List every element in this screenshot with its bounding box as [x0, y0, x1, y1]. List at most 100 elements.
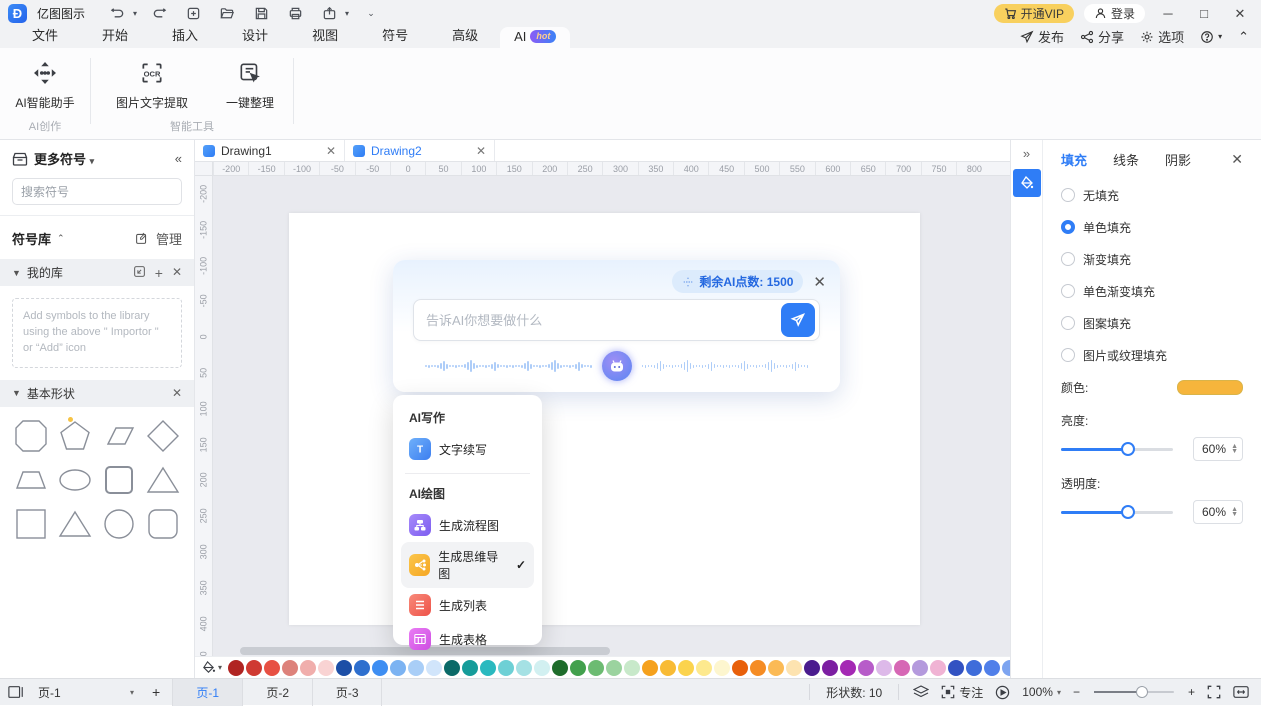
palette-color[interactable] — [444, 660, 460, 676]
undo-button[interactable] — [105, 4, 129, 24]
menu-tab-高级[interactable]: 高级 — [430, 23, 500, 48]
palette-color[interactable] — [840, 660, 856, 676]
palette-color[interactable] — [624, 660, 640, 676]
palette-color[interactable] — [282, 660, 298, 676]
menu-tab-AI[interactable]: AIhot — [500, 27, 570, 48]
maximize-button[interactable]: □ — [1191, 4, 1217, 24]
palette-color[interactable] — [426, 660, 442, 676]
shape-diamond[interactable] — [142, 415, 184, 457]
page-panel-icon[interactable] — [0, 685, 32, 699]
redo-button[interactable] — [147, 4, 171, 24]
export-button[interactable] — [317, 4, 341, 24]
share-button[interactable]: 分享 — [1080, 27, 1124, 46]
basic-shapes-header[interactable]: ▼ 基本形状 ✕ — [0, 380, 194, 407]
ai-menu-item-生成列表[interactable]: 生成列表 — [401, 588, 534, 622]
shape-square[interactable] — [10, 503, 52, 545]
fill-option-渐变填充[interactable]: 渐变填充 — [1057, 243, 1247, 275]
open-vip-button[interactable]: 开通VIP — [994, 4, 1074, 23]
palette-color[interactable] — [264, 660, 280, 676]
shape-pentagon[interactable] — [54, 415, 96, 457]
palette-color[interactable] — [534, 660, 550, 676]
page-selector-dropdown[interactable]: 页-1▾ — [32, 684, 140, 701]
palette-color[interactable] — [606, 660, 622, 676]
zoom-out-button[interactable]: − — [1067, 685, 1086, 699]
palette-color[interactable] — [822, 660, 838, 676]
palette-color[interactable] — [714, 660, 730, 676]
close-library-icon[interactable]: ✕ — [172, 265, 182, 281]
ai-assistant-button[interactable]: AI智能助手 — [0, 56, 90, 111]
zoom-in-button[interactable]: + — [1182, 685, 1201, 699]
focus-mode-button[interactable]: 专注 — [935, 684, 989, 701]
add-library-icon[interactable]: + — [155, 265, 163, 281]
brightness-spinner[interactable]: 60%▲▼ — [1193, 437, 1243, 461]
login-button[interactable]: 登录 — [1084, 4, 1145, 23]
palette-color[interactable] — [984, 660, 1000, 676]
shape-ellipse[interactable] — [54, 459, 96, 501]
menu-tab-符号[interactable]: 符号 — [360, 23, 430, 48]
close-tab-icon[interactable]: ✕ — [326, 144, 336, 158]
shape-circle[interactable] — [98, 503, 140, 545]
palette-color[interactable] — [588, 660, 604, 676]
palette-color[interactable] — [930, 660, 946, 676]
symbol-search-input[interactable] — [13, 185, 182, 199]
panel-tab-线条[interactable]: 线条 — [1113, 150, 1139, 169]
new-document-button[interactable] — [181, 4, 205, 24]
page-tab-页-3[interactable]: 页-3 — [312, 679, 382, 706]
brightness-slider[interactable] — [1061, 448, 1173, 451]
publish-button[interactable]: 发布 — [1020, 27, 1064, 46]
fill-option-单色填充[interactable]: 单色填充 — [1057, 211, 1247, 243]
minimize-button[interactable]: ─ — [1155, 4, 1181, 24]
collapse-ribbon-button[interactable]: ⌃ — [1238, 29, 1249, 45]
page-tab-页-2[interactable]: 页-2 — [242, 679, 312, 706]
page-tab-页-1[interactable]: 页-1 — [172, 679, 242, 706]
close-tab-icon[interactable]: ✕ — [476, 144, 486, 158]
collapse-sidebar-icon[interactable]: « — [175, 151, 182, 166]
zoom-level-dropdown[interactable]: 100%▾ — [1016, 685, 1067, 699]
fill-option-图片或纹理填充[interactable]: 图片或纹理填充 — [1057, 339, 1247, 371]
palette-color[interactable] — [660, 660, 676, 676]
palette-color[interactable] — [894, 660, 910, 676]
shape-octagon[interactable] — [10, 415, 52, 457]
opacity-slider[interactable] — [1061, 511, 1173, 514]
close-shapes-icon[interactable]: ✕ — [172, 386, 182, 400]
palette-color[interactable] — [354, 660, 370, 676]
ai-menu-item-生成表格[interactable]: 生成表格 — [401, 622, 534, 656]
more-tools-button[interactable]: ⌄ — [359, 4, 383, 24]
palette-color[interactable] — [408, 660, 424, 676]
ai-menu-item-生成思维导图[interactable]: 生成思维导图✓ — [401, 542, 534, 588]
help-button[interactable]: ▾ — [1200, 30, 1222, 44]
palette-color[interactable] — [1002, 660, 1010, 676]
palette-color[interactable] — [786, 660, 802, 676]
palette-color[interactable] — [498, 660, 514, 676]
shape-triangle[interactable] — [142, 459, 184, 501]
palette-color[interactable] — [570, 660, 586, 676]
undo-dropdown-caret[interactable]: ▾ — [133, 9, 137, 18]
palette-color[interactable] — [876, 660, 892, 676]
fill-option-无填充[interactable]: 无填充 — [1057, 179, 1247, 211]
doc-tab-Drawing1[interactable]: Drawing1✕ — [195, 140, 345, 161]
expand-panel-icon[interactable]: » — [1023, 146, 1030, 161]
palette-color[interactable] — [390, 660, 406, 676]
panel-tab-填充[interactable]: 填充 — [1061, 150, 1087, 169]
menu-tab-文件[interactable]: 文件 — [10, 23, 80, 48]
fill-option-单色渐变填充[interactable]: 单色渐变填充 — [1057, 275, 1247, 307]
palette-color[interactable] — [948, 660, 964, 676]
palette-color[interactable] — [336, 660, 352, 676]
palette-color[interactable] — [966, 660, 982, 676]
menu-tab-插入[interactable]: 插入 — [150, 23, 220, 48]
canvas-area[interactable]: Drawing1✕Drawing2✕ -200-150-100-50-50050… — [195, 140, 1010, 678]
fill-option-图案填充[interactable]: 图案填充 — [1057, 307, 1247, 339]
fill-color-swatch[interactable] — [1177, 380, 1243, 395]
palette-color[interactable] — [228, 660, 244, 676]
panel-tab-阴影[interactable]: 阴影 — [1165, 150, 1191, 169]
palette-color[interactable] — [750, 660, 766, 676]
more-symbols-button[interactable]: 更多符号 ▾ — [34, 149, 94, 168]
menu-tab-开始[interactable]: 开始 — [80, 23, 150, 48]
palette-color[interactable] — [678, 660, 694, 676]
ai-send-button[interactable] — [781, 303, 815, 337]
fill-bucket-icon[interactable]: ▾ — [201, 660, 222, 675]
menu-tab-视图[interactable]: 视图 — [290, 23, 360, 48]
menu-tab-设计[interactable]: 设计 — [220, 23, 290, 48]
palette-color[interactable] — [516, 660, 532, 676]
doc-tab-Drawing2[interactable]: Drawing2✕ — [345, 140, 495, 161]
